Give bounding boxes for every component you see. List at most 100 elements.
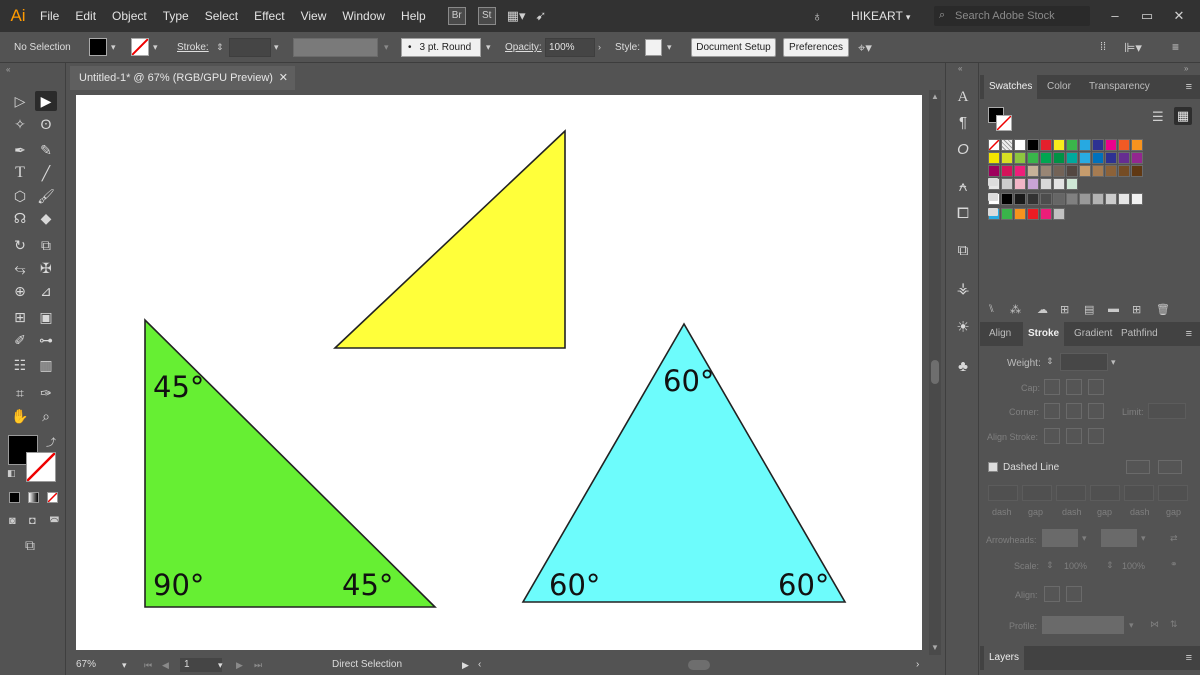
color-swatch[interactable] [1040, 165, 1052, 177]
color-swatch[interactable] [1027, 152, 1039, 164]
color-swatch[interactable] [1131, 165, 1143, 177]
gradient-mode-icon[interactable] [28, 492, 39, 503]
swap-arrowheads-icon[interactable]: ⇄ [1170, 533, 1178, 544]
opacity-arrow-icon[interactable]: › [598, 38, 601, 57]
maximize-icon[interactable]: ▭ [1132, 0, 1162, 32]
round-cap-icon[interactable] [1066, 379, 1082, 395]
direct-selection-tool-icon[interactable]: ▶ [35, 91, 57, 111]
color-swatch[interactable] [1131, 193, 1143, 205]
arrange-icon[interactable]: ⁞⁞ [1100, 38, 1106, 57]
canvas-area[interactable]: 45° 90° 45° 60° 60° 60° [70, 90, 930, 655]
show-kinds-icon[interactable]: ⁂ [1010, 303, 1021, 316]
weight-dropdown-icon[interactable]: ▾ [1111, 357, 1116, 368]
color-swatch[interactable] [1066, 139, 1078, 151]
document-tab[interactable]: Untitled-1* @ 67% (RGB/GPU Preview) ✕ [70, 66, 295, 90]
profile-dropdown-icon[interactable]: ▾ [384, 38, 389, 57]
eyedropper-tool-icon[interactable]: ✐ [9, 330, 31, 350]
curvature-tool-icon[interactable]: ✎ [35, 140, 57, 160]
slice-tool-icon[interactable]: ✑ [35, 383, 57, 403]
end-arrowhead-select[interactable] [1101, 529, 1137, 547]
arrange-documents-icon[interactable]: ▦▾ [507, 8, 526, 24]
first-artboard-icon[interactable]: ⏮ [144, 658, 152, 672]
color-swatch[interactable] [1040, 178, 1052, 190]
zoom-level[interactable]: 67% [76, 658, 96, 672]
magic-wand-tool-icon[interactable]: ✧ [9, 114, 31, 134]
swatch-grid[interactable] [980, 63, 1200, 263]
align-inside-icon[interactable] [1066, 428, 1082, 444]
vertical-scroll-thumb[interactable] [931, 360, 939, 384]
last-artboard-icon[interactable]: ⏭ [254, 658, 262, 672]
stroke-weight-dropdown-icon[interactable]: ▾ [274, 38, 279, 57]
brush-dropdown-icon[interactable]: ▾ [486, 38, 491, 57]
color-swatch[interactable] [1066, 165, 1078, 177]
color-swatch[interactable] [1079, 152, 1091, 164]
dash-field-3[interactable] [1124, 485, 1154, 501]
line-tool-icon[interactable]: ╱ [35, 163, 57, 183]
stock-search[interactable]: ⌕ [934, 6, 1090, 26]
fill-dropdown-icon[interactable]: ▾ [111, 38, 116, 57]
lasso-tool-icon[interactable]: ʘ [35, 114, 57, 134]
zoom-dropdown-icon[interactable]: ▾ [122, 658, 127, 672]
color-swatch[interactable] [1014, 139, 1026, 151]
eraser-tool-icon[interactable]: ◆ [35, 208, 57, 228]
color-swatch[interactable] [1001, 208, 1013, 220]
align-icon[interactable]: ⊫▾ [1124, 38, 1142, 57]
folder-icon[interactable]: ▬ [1108, 303, 1119, 315]
profile-select[interactable] [1042, 616, 1124, 634]
stock-button[interactable]: St [477, 7, 496, 25]
color-swatch[interactable] [1027, 208, 1039, 220]
preserve-dash-icon[interactable] [1126, 460, 1150, 474]
color-swatch[interactable] [1001, 152, 1013, 164]
document-setup-button[interactable]: Document Setup [691, 38, 776, 57]
color-swatch[interactable] [1066, 178, 1078, 190]
search-input[interactable] [955, 8, 1087, 24]
menu-edit[interactable]: Edit [67, 0, 104, 32]
pen-tool-icon[interactable]: ✒ [9, 140, 31, 160]
minimize-icon[interactable]: – [1100, 0, 1130, 32]
color-swatch[interactable] [1014, 178, 1026, 190]
color-swatch[interactable] [1066, 152, 1078, 164]
color-swatch[interactable] [1027, 139, 1039, 151]
round-join-icon[interactable] [1066, 403, 1082, 419]
color-swatch[interactable] [1040, 208, 1052, 220]
status-menu-icon[interactable]: ▶ [462, 658, 469, 672]
character-panel-icon[interactable]: A [952, 87, 974, 107]
symbols-panel-icon[interactable]: ♣ [952, 357, 974, 377]
artboard-dropdown-icon[interactable]: ▾ [218, 658, 223, 672]
tab-pathfinder[interactable]: Pathfind [1116, 322, 1163, 346]
lightbulb-icon[interactable]: ♁ [812, 8, 823, 24]
color-swatch[interactable] [1092, 165, 1104, 177]
color-swatch[interactable] [1053, 139, 1065, 151]
color-swatch[interactable] [1105, 193, 1117, 205]
fill-swatch[interactable] [89, 38, 107, 56]
color-swatch[interactable] [988, 152, 1000, 164]
brushes-panel-icon[interactable]: ⚶ [952, 279, 974, 299]
menu-object[interactable]: Object [104, 0, 155, 32]
start-scale-field[interactable]: 100% [1064, 561, 1087, 571]
selection-tool-icon[interactable]: ▷ [9, 91, 31, 111]
color-swatch[interactable] [1092, 193, 1104, 205]
stroke-menu-icon[interactable]: ≡ [1186, 322, 1192, 346]
delete-swatch-icon[interactable]: 🗑 [1156, 303, 1170, 316]
color-swatch[interactable] [1079, 165, 1091, 177]
color-swatch[interactable] [1118, 165, 1130, 177]
artboard-tool-icon[interactable]: ⌗ [9, 383, 31, 403]
screen-mode-icon[interactable]: ⧉ [25, 537, 35, 554]
weight-stepper-icon[interactable]: ⇕ [1046, 356, 1054, 367]
color-swatch[interactable] [1053, 193, 1065, 205]
scroll-right-icon[interactable]: › [916, 658, 919, 672]
menu-type[interactable]: Type [155, 0, 197, 32]
paragraph-panel-icon[interactable]: ¶ [952, 113, 974, 133]
dash-field-2[interactable] [1056, 485, 1086, 501]
puppet-warp-tool-icon[interactable]: ✠ [35, 258, 57, 278]
flip-across-icon[interactable]: ⇅ [1170, 619, 1178, 630]
link-scale-icon[interactable]: ⚭ [1170, 559, 1178, 570]
color-swatch[interactable] [1105, 165, 1117, 177]
bevel-join-icon[interactable] [1088, 403, 1104, 419]
color-swatch[interactable] [1053, 152, 1065, 164]
color-swatch[interactable] [1014, 152, 1026, 164]
color-swatch[interactable] [1092, 152, 1104, 164]
menu-help[interactable]: Help [393, 0, 434, 32]
opacity-label[interactable]: Opacity: [505, 38, 542, 57]
arrow-tip-at-end-icon[interactable] [1066, 586, 1082, 602]
